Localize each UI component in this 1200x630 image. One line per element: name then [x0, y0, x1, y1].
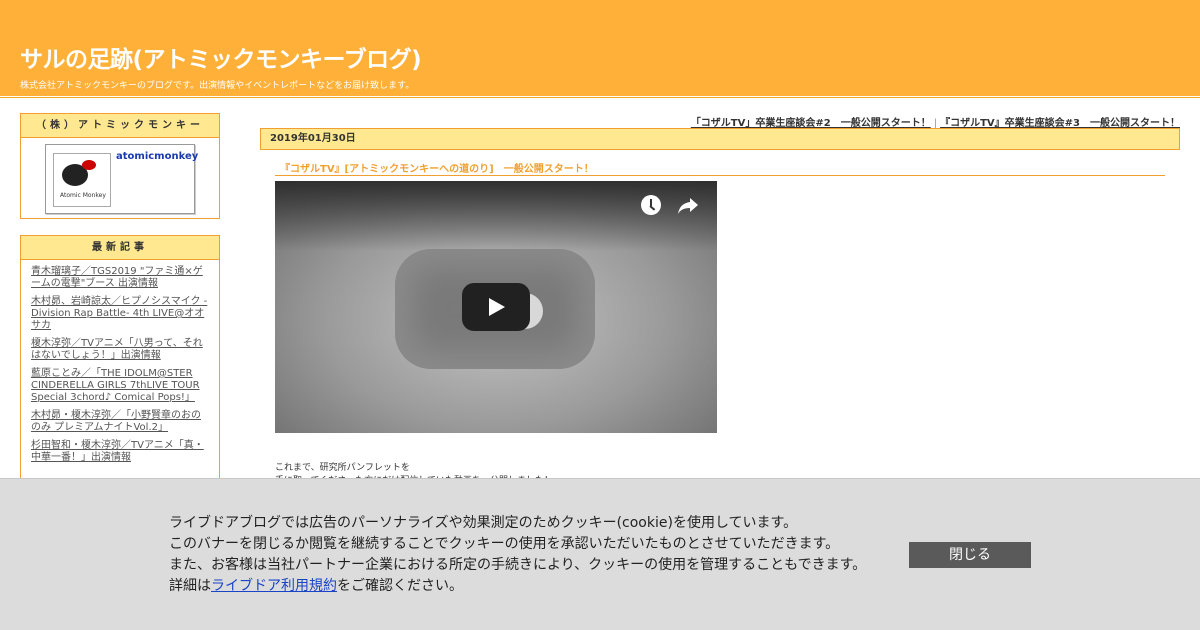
post-title[interactable]: 『コザルTV』[アトミックモンキーへの道のり] 一般公開スタート！: [275, 160, 1165, 176]
recent-post-item[interactable]: 榎木淳弥／TVアニメ「八男って、それはないでしょう！」出演情報: [31, 338, 209, 362]
article-nav: 「コザルTV」卒業生座談会#2 一般公開スタート！ | 『コザルTV』卒業生座談会#…: [691, 114, 1180, 129]
cookie-line-4-suffix: をご確認ください。: [337, 578, 463, 594]
recent-post-item[interactable]: 青木瑠璃子／TGS2019 "ファミ通×ゲームの電撃"ブース 出演情報: [31, 266, 209, 290]
recent-posts-heading: 最新記事: [21, 236, 219, 260]
cookie-line-4: 詳細はライブドア利用規約をご確認ください。: [169, 576, 866, 597]
share-icon[interactable]: [675, 193, 701, 217]
recent-post-link[interactable]: 木村昴・榎木淳弥／「小野賢章のおののみ プレミアムナイトVol.2」: [31, 410, 201, 433]
recent-post-item[interactable]: 木村昴・榎木淳弥／「小野賢章のおののみ プレミアムナイトVol.2」: [31, 410, 209, 434]
cookie-line-3: また、お客様は当社パートナー企業における所定の手続きにより、クッキーの使用を管理…: [169, 557, 867, 573]
recent-post-link[interactable]: 杉田智和・榎木淳弥／TVアニメ「真・中華一番！」出演情報: [31, 440, 204, 463]
cookie-message: ライブドアブログでは広告のパーソナライズや効果測定のためクッキー(cookie)…: [169, 513, 866, 597]
recent-posts-list: 青木瑠璃子／TGS2019 "ファミ通×ゲームの電撃"ブース 出演情報 木村昴、…: [21, 260, 219, 464]
cookie-line-1: ライブドアブログでは広告のパーソナライズや効果測定のためクッキー(cookie)…: [169, 515, 798, 531]
recent-post-item[interactable]: 杉田智和・榎木淳弥／TVアニメ「真・中華一番！」出演情報: [31, 440, 209, 464]
post-date: 2019年01月30日: [260, 128, 1180, 150]
recent-post-link[interactable]: 木村昴、岩崎諒太／ヒプノシスマイク -Division Rap Battle- …: [31, 296, 207, 331]
post-body-line-1: これまで、研究所パンフレットを: [275, 463, 410, 473]
cookie-line-4-prefix: 詳細は: [169, 578, 211, 594]
recent-post-link[interactable]: 藍原ことみ／「THE IDOLM@STER CINDERELLA GIRLS 7…: [31, 368, 200, 403]
cookie-banner: ライブドアブログでは広告のパーソナライズや効果測定のためクッキー(cookie)…: [0, 478, 1200, 630]
recent-post-link[interactable]: 榎木淳弥／TVアニメ「八男って、それはないでしょう！」出演情報: [31, 338, 203, 361]
profile-name-link[interactable]: atomicmonkey: [116, 151, 198, 162]
clock-icon[interactable]: [641, 195, 661, 215]
blog-description: 株式会社アトミックモンキーのブログです。出演情報やイベントレポートなどをお届け致…: [20, 81, 415, 91]
video-player[interactable]: [275, 181, 717, 433]
logo-text: Atomic Monkey: [60, 192, 106, 199]
recent-posts-box: 最新記事 青木瑠璃子／TGS2019 "ファミ通×ゲームの電撃"ブース 出演情報…: [20, 235, 220, 485]
video-top-gradient: [275, 181, 717, 251]
header-divider: [0, 97, 1200, 98]
recent-post-link[interactable]: 青木瑠璃子／TGS2019 "ファミ通×ゲームの電撃"ブース 出演情報: [31, 266, 203, 289]
play-icon[interactable]: [462, 283, 530, 331]
blog-header: サルの足跡(アトミックモンキーブログ) 株式会社アトミックモンキーのブログです。…: [0, 0, 1200, 96]
recent-post-item[interactable]: 藍原ことみ／「THE IDOLM@STER CINDERELLA GIRLS 7…: [31, 368, 209, 404]
cookie-line-2: このバナーを閉じるか閲覧を継続することでクッキーの使用を承認いただいたものとさせ…: [169, 536, 840, 552]
close-button[interactable]: 閉じる: [909, 542, 1031, 568]
profile-heading: （株）アトミックモンキー: [21, 114, 219, 138]
terms-link[interactable]: ライブドア利用規約: [211, 578, 337, 594]
profile-logo[interactable]: Atomic Monkey: [53, 153, 111, 207]
recent-post-item[interactable]: 木村昴、岩崎諒太／ヒプノシスマイク -Division Rap Battle- …: [31, 296, 209, 332]
profile-card[interactable]: Atomic Monkey atomicmonkey: [45, 144, 198, 214]
profile-box: （株）アトミックモンキー Atomic Monkey atomicmonkey: [20, 113, 220, 219]
blog-title[interactable]: サルの足跡(アトミックモンキーブログ): [20, 40, 422, 74]
logo-accent: [82, 160, 96, 170]
